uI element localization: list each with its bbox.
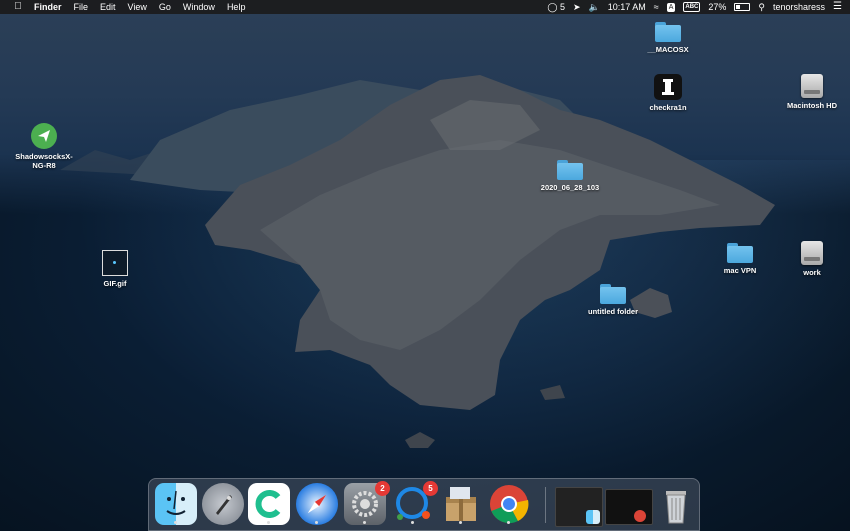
send-icon[interactable]: ➤ <box>573 0 581 14</box>
package-icon <box>446 487 476 521</box>
desktop-icon-label: 2020_06_28_103 <box>540 183 600 192</box>
running-indicator <box>507 521 510 524</box>
hard-drive-icon <box>801 241 823 265</box>
desktop-icon-gif[interactable]: GIF.gif <box>70 250 160 288</box>
dock: 2 5 <box>148 478 700 531</box>
desktop-icon-label: GIF.gif <box>103 279 127 288</box>
dock-safari[interactable] <box>296 483 338 525</box>
running-indicator <box>459 521 462 524</box>
chat-bubble-icon: ◯ <box>547 2 558 12</box>
compass-icon <box>307 494 327 514</box>
messages-count: 5 <box>559 2 565 12</box>
menu-help[interactable]: Help <box>227 0 246 14</box>
c-logo-icon <box>255 490 281 518</box>
dock-chrome[interactable] <box>488 483 530 525</box>
input-source[interactable]: ABC <box>683 2 701 12</box>
dock-minimized-window-1[interactable] <box>555 487 603 527</box>
desktop-icon-label: Macintosh HD <box>786 101 837 110</box>
desktop-icon-macosx[interactable]: __MACOSX <box>623 22 713 54</box>
trash-icon <box>666 491 686 524</box>
desktop-icon-checkrain[interactable]: checkra1n <box>623 74 713 112</box>
image-thumbnail-icon <box>102 250 128 276</box>
desktop-icon-work[interactable]: work <box>767 241 850 277</box>
paper-plane-icon <box>31 123 57 149</box>
desktop-icon-label: __MACOSX <box>647 45 689 54</box>
desktop-icon-label: untitled folder <box>588 307 638 316</box>
dock-system-preferences[interactable]: 2 <box>344 481 390 525</box>
battery-percent[interactable]: 27% <box>708 0 726 14</box>
rocket-icon <box>216 495 232 515</box>
finder-face-icon <box>166 490 186 515</box>
menu-app-finder[interactable]: Finder <box>34 0 62 14</box>
desktop-icon-shadowsocks[interactable]: ShadowsocksX-NG-R8 <box>0 123 89 170</box>
running-indicator <box>315 521 318 524</box>
chrome-icon <box>490 485 529 524</box>
notification-center-icon[interactable]: ☰ <box>833 0 842 14</box>
dock-archive-utility[interactable] <box>440 483 482 525</box>
desktop-icon-2020-06-28[interactable]: 2020_06_28_103 <box>525 160 615 192</box>
running-indicator <box>363 521 366 524</box>
running-indicator <box>174 521 177 524</box>
menu-view[interactable]: View <box>128 0 147 14</box>
hard-drive-icon <box>801 74 823 98</box>
dock-finder[interactable] <box>155 483 197 525</box>
folder-icon <box>600 284 626 304</box>
apple-menu-icon[interactable]:  <box>12 0 24 14</box>
dock-minimized-window-2[interactable] <box>605 489 653 525</box>
status-area: ◯ 5 ➤ 🔈 10:17 AM ≈ A ABC 27% ⚲ tenorshar… <box>539 0 842 14</box>
dock-separator <box>545 487 546 523</box>
running-indicator <box>267 521 270 524</box>
desktop-icon-macintosh-hd[interactable]: Macintosh HD <box>767 74 850 110</box>
chrome-icon <box>634 510 646 522</box>
desktop-icon-label: checkra1n <box>649 103 687 112</box>
folder-icon <box>727 243 753 263</box>
menu-edit[interactable]: Edit <box>100 0 116 14</box>
folder-icon <box>557 160 583 180</box>
volume-icon[interactable]: 🔈 <box>589 0 600 14</box>
menu-window[interactable]: Window <box>183 0 215 14</box>
menu-go[interactable]: Go <box>159 0 171 14</box>
folder-icon <box>655 22 681 42</box>
finder-icon <box>586 510 600 524</box>
dock-messenger[interactable]: 5 <box>392 481 438 525</box>
user-name[interactable]: tenorsharess <box>773 0 825 14</box>
dock-cleaner-app[interactable] <box>248 483 290 525</box>
search-icon[interactable]: ⚲ <box>758 0 765 14</box>
dock-launchpad[interactable] <box>202 483 244 525</box>
menu-bar:  Finder File Edit View Go Window Help ◯… <box>0 0 850 14</box>
messages-status-item[interactable]: ◯ 5 <box>547 0 565 14</box>
battery-icon[interactable] <box>734 3 751 11</box>
clock[interactable]: 10:17 AM <box>608 0 646 14</box>
running-indicator <box>411 521 414 524</box>
accessibility-icon[interactable]: A <box>666 2 676 12</box>
wifi-icon[interactable]: ≈ <box>654 0 659 14</box>
desktop-icon-untitled-folder[interactable]: untitled folder <box>568 284 658 316</box>
menu-file[interactable]: File <box>74 0 89 14</box>
dock-trash[interactable] <box>655 483 697 525</box>
chess-piece-icon <box>654 74 682 100</box>
desktop-icon-label: ShadowsocksX-NG-R8 <box>15 152 73 170</box>
desktop-icon-label: work <box>803 268 821 277</box>
notification-badge: 2 <box>375 481 390 496</box>
notification-badge: 5 <box>423 481 438 496</box>
